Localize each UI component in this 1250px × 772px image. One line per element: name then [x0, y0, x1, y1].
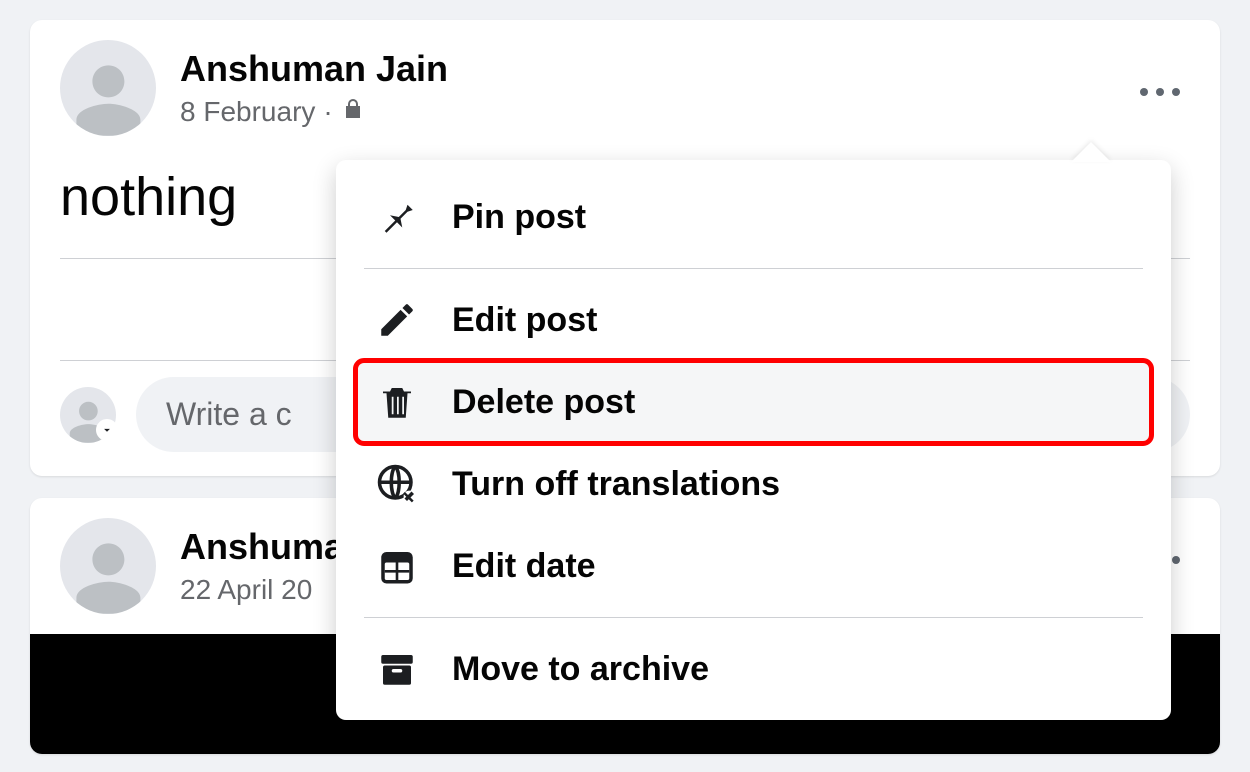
avatar[interactable] [60, 518, 156, 614]
menu-item-turn-off-translations[interactable]: Turn off translations [356, 443, 1151, 525]
menu-item-label: Move to archive [452, 650, 709, 689]
post-options-menu: Pin post Edit post Delete post Turn off … [336, 160, 1171, 720]
menu-item-delete-post[interactable]: Delete post [356, 361, 1151, 443]
comment-placeholder: Write a c [166, 396, 292, 433]
pencil-icon [376, 299, 418, 341]
author-name[interactable]: Anshuman Jain [180, 48, 448, 90]
menu-divider [364, 268, 1143, 269]
post-header-info: Anshuma 22 April 20 [180, 526, 344, 606]
globe-icon [376, 463, 418, 505]
post-date[interactable]: 22 April 20 [180, 574, 312, 606]
menu-item-pin-post[interactable]: Pin post [356, 176, 1151, 258]
avatar-wrap [60, 387, 116, 443]
calendar-icon [376, 545, 418, 587]
menu-item-label: Turn off translations [452, 465, 780, 504]
post-meta: 8 February · [180, 96, 448, 128]
lock-icon [341, 96, 365, 128]
more-button[interactable] [1140, 88, 1180, 96]
dots-icon [1172, 88, 1180, 96]
trash-icon [376, 381, 418, 423]
meta-separator: · [323, 96, 332, 128]
archive-icon [376, 648, 418, 690]
author-name[interactable]: Anshuma [180, 526, 344, 568]
menu-item-move-to-archive[interactable]: Move to archive [356, 628, 1151, 710]
pin-icon [376, 196, 418, 238]
dots-icon [1156, 88, 1164, 96]
menu-item-label: Edit post [452, 301, 597, 340]
post-header-info: Anshuman Jain 8 February · [180, 48, 448, 128]
post-date[interactable]: 8 February [180, 96, 315, 128]
menu-divider [364, 617, 1143, 618]
person-icon [70, 537, 147, 614]
dots-icon [1140, 88, 1148, 96]
menu-item-label: Pin post [452, 198, 586, 237]
person-icon [70, 59, 147, 136]
post-header: Anshuman Jain 8 February · [30, 20, 1220, 146]
more-button[interactable] [1172, 556, 1180, 564]
avatar[interactable] [60, 40, 156, 136]
chevron-down-icon[interactable] [96, 419, 118, 441]
menu-item-edit-post[interactable]: Edit post [356, 279, 1151, 361]
menu-item-label: Delete post [452, 383, 635, 422]
menu-item-edit-date[interactable]: Edit date [356, 525, 1151, 607]
dots-icon [1172, 556, 1180, 564]
menu-item-label: Edit date [452, 547, 596, 586]
post-meta: 22 April 20 [180, 574, 344, 606]
